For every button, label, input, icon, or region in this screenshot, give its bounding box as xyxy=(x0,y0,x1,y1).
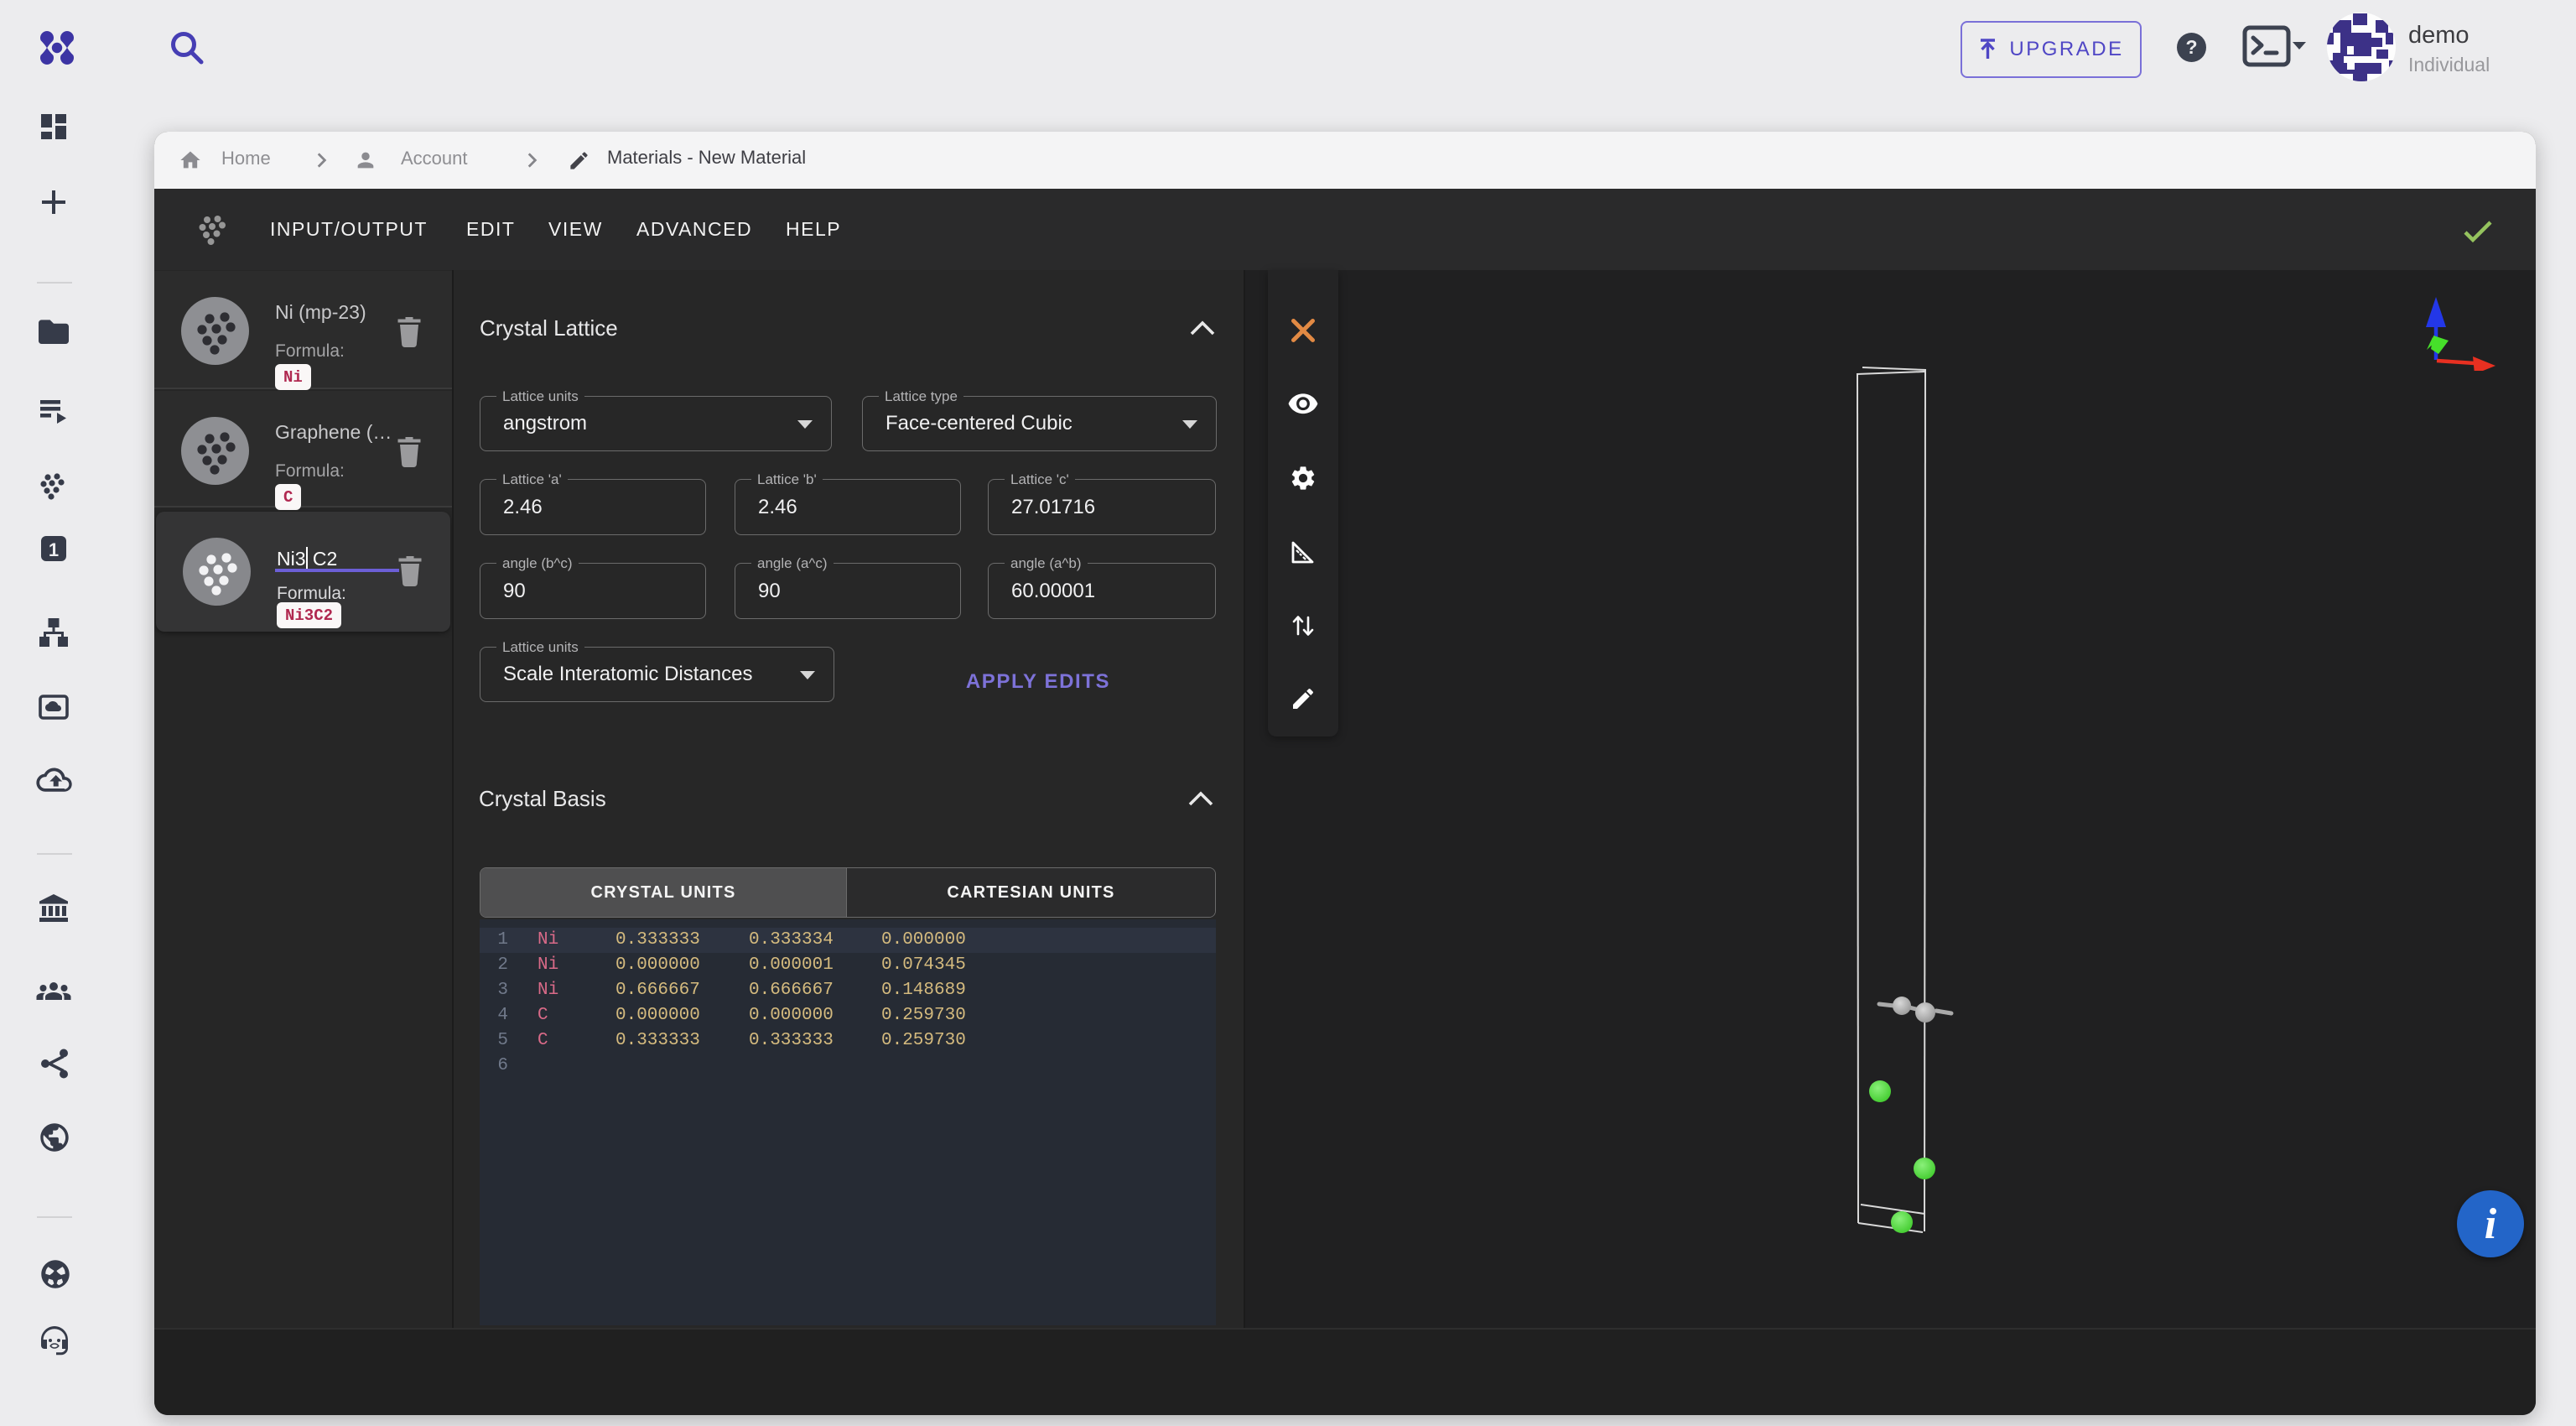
svg-text:1: 1 xyxy=(49,539,59,560)
